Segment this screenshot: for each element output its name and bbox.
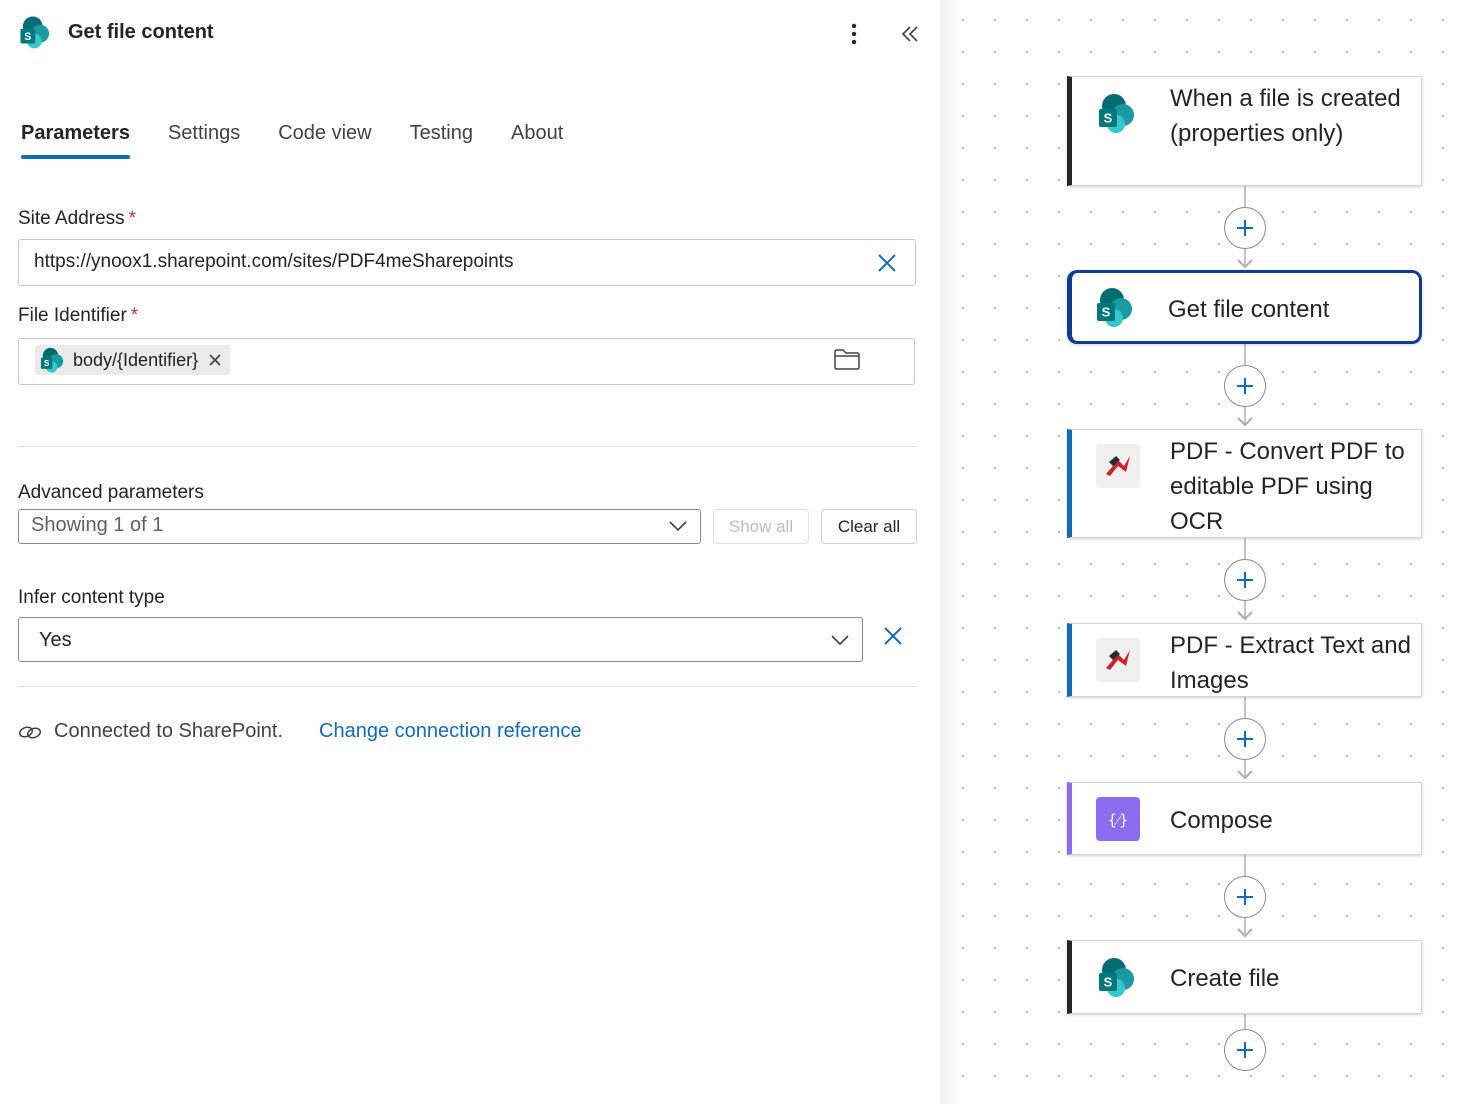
sharepoint-icon <box>1096 91 1140 135</box>
tab-code-view[interactable]: Code view <box>278 122 371 159</box>
site-address-label-text: Site Address <box>18 208 125 229</box>
remove-infer-parameter-button[interactable] <box>878 621 908 651</box>
connection-info: Connected to SharePoint. Change connecti… <box>18 720 581 743</box>
show-all-button[interactable]: Show all <box>713 509 809 544</box>
panel-title: Get file content <box>68 20 214 43</box>
plus-icon <box>1233 1038 1257 1062</box>
arrow-down-icon <box>1237 417 1253 427</box>
flow-step-get-file-content[interactable]: Get file content <box>1067 270 1422 344</box>
insert-step-button[interactable] <box>1224 559 1266 601</box>
panel-header: Get file content <box>18 14 214 50</box>
flow-step-pdf-extract[interactable]: PDF - Extract Text and Images <box>1067 623 1422 697</box>
advanced-parameters-dropdown[interactable]: Showing 1 of 1 <box>18 509 701 544</box>
file-identifier-label-text: File Identifier <box>18 305 127 326</box>
browse-file-button[interactable] <box>832 344 862 374</box>
plus-icon <box>1233 216 1257 240</box>
token-label: body/{Identifier} <box>73 349 199 370</box>
sharepoint-icon <box>18 14 54 50</box>
more-options-button[interactable] <box>840 20 868 48</box>
infer-content-type-dropdown[interactable]: Yes <box>18 617 863 662</box>
sharepoint-icon <box>1096 955 1140 999</box>
sharepoint-icon <box>39 346 67 374</box>
required-marker: * <box>130 305 139 326</box>
insert-step-button[interactable] <box>1224 207 1266 249</box>
folder-icon <box>834 349 860 370</box>
link-icon <box>18 725 42 739</box>
section-divider <box>18 446 916 447</box>
step-title: When a file is created (properties only) <box>1170 85 1401 147</box>
more-vertical-icon <box>851 23 857 45</box>
tab-settings[interactable]: Settings <box>168 122 240 159</box>
add-step-button[interactable] <box>1224 1029 1266 1071</box>
advanced-parameters-label: Advanced parameters <box>18 482 204 503</box>
site-address-label: Site Address * <box>18 208 136 230</box>
plus-icon <box>1233 568 1257 592</box>
close-icon <box>878 254 896 272</box>
tab-about[interactable]: About <box>511 122 563 159</box>
flow-step-create-file[interactable]: Create file <box>1067 940 1422 1014</box>
clear-all-button[interactable]: Clear all <box>821 509 917 544</box>
plus-icon <box>1233 374 1257 398</box>
compose-icon <box>1096 797 1140 841</box>
step-title: Compose <box>1170 807 1273 834</box>
pdf4me-icon <box>1096 444 1140 488</box>
plus-icon <box>1233 885 1257 909</box>
flow-step-pdf-ocr[interactable]: PDF - Convert PDF to editable PDF using … <box>1067 429 1422 538</box>
collapse-panel-button[interactable] <box>896 20 924 48</box>
change-connection-link[interactable]: Change connection reference <box>319 720 581 743</box>
flow-step-trigger[interactable]: When a file is created (properties only) <box>1067 76 1422 186</box>
step-title: PDF - Extract Text and Images <box>1170 632 1411 694</box>
advanced-parameters-value: Showing 1 of 1 <box>31 514 164 536</box>
plus-icon <box>1233 727 1257 751</box>
connector-line <box>1244 1014 1246 1030</box>
required-marker: * <box>128 208 137 229</box>
chevron-down-icon <box>669 521 687 532</box>
step-title: Create file <box>1170 965 1280 992</box>
file-identifier-label: File Identifier * <box>18 305 138 327</box>
file-identifier-field[interactable]: body/{Identifier} <box>18 338 915 385</box>
arrow-down-icon <box>1237 928 1253 938</box>
connection-status-text: Connected to SharePoint. <box>54 720 284 742</box>
infer-content-type-label: Infer content type <box>18 587 165 608</box>
arrow-down-icon <box>1237 770 1253 780</box>
step-title: PDF - Convert PDF to editable PDF using … <box>1170 438 1405 535</box>
arrow-down-icon <box>1237 611 1253 621</box>
tab-parameters[interactable]: Parameters <box>21 122 130 159</box>
chevron-down-icon <box>831 635 849 646</box>
canvas-edge-shadow <box>940 0 962 1104</box>
site-address-field[interactable]: https://ynoox1.sharepoint.com/sites/PDF4… <box>18 239 916 286</box>
pdf4me-icon <box>1096 638 1140 682</box>
flow-step-compose[interactable]: Compose <box>1067 782 1422 855</box>
section-divider <box>18 686 916 687</box>
step-title: Get file content <box>1168 296 1330 323</box>
insert-step-button[interactable] <box>1224 718 1266 760</box>
double-chevron-left-icon <box>901 26 918 42</box>
tab-bar: Parameters Settings Code view Testing Ab… <box>21 122 601 159</box>
site-address-value: https://ynoox1.sharepoint.com/sites/PDF4… <box>34 251 514 272</box>
remove-token-icon[interactable] <box>208 353 222 367</box>
sharepoint-icon <box>1094 285 1138 329</box>
infer-content-type-value: Yes <box>39 629 72 651</box>
insert-step-button[interactable] <box>1224 876 1266 918</box>
arrow-down-icon <box>1237 259 1253 269</box>
tab-testing[interactable]: Testing <box>410 122 473 159</box>
close-icon <box>884 627 902 645</box>
dynamic-content-token[interactable]: body/{Identifier} <box>35 345 231 375</box>
clear-site-address-button[interactable] <box>872 248 902 278</box>
action-details-panel: Get file content Parameters Settings Cod… <box>0 0 940 1104</box>
insert-step-button[interactable] <box>1224 365 1266 407</box>
